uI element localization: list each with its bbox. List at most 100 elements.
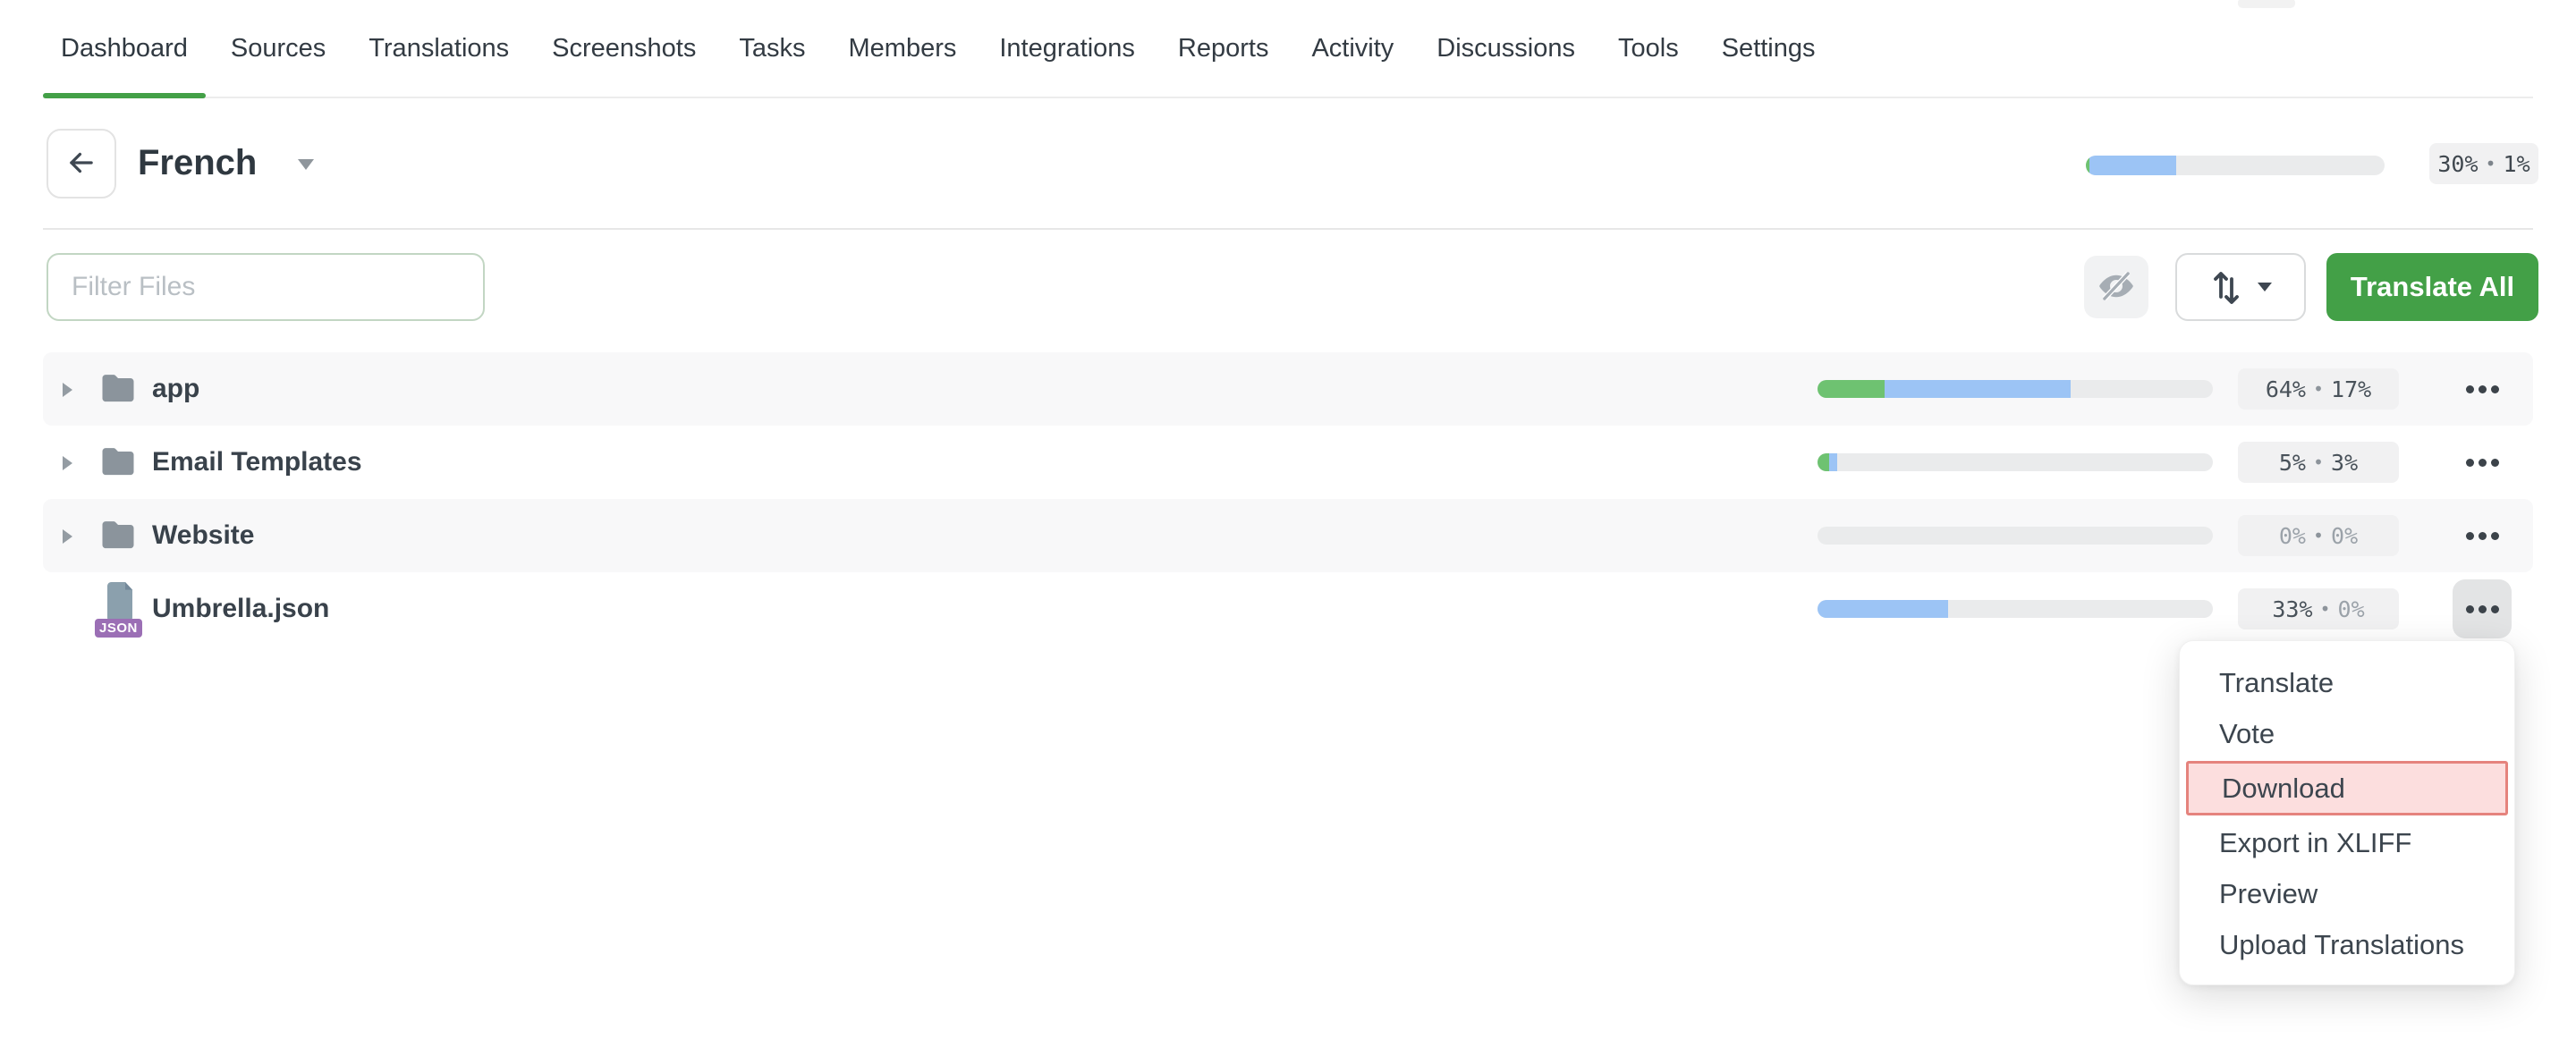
row-icon	[100, 372, 136, 407]
approved-percent: 0%	[2338, 596, 2365, 622]
tab-screenshots[interactable]: Screenshots	[534, 0, 714, 97]
file-name: app	[152, 374, 199, 404]
page-title: French	[138, 139, 257, 186]
row-actions-button[interactable]	[2453, 433, 2512, 492]
tab-label: Translations	[369, 34, 509, 63]
tab-settings[interactable]: Settings	[1704, 0, 1834, 97]
eye-slash-icon	[2097, 267, 2135, 308]
project-nav: Dashboard Sources Translations Screensho…	[43, 0, 2533, 98]
translated-progress-segment	[1829, 453, 1837, 471]
context-menu-item-upload-translations[interactable]: Upload Translations	[2180, 919, 2514, 970]
ellipsis-icon	[2466, 605, 2499, 613]
context-menu-item-export-in-xliff[interactable]: Export in XLIFF	[2180, 817, 2514, 868]
expand-caret-icon[interactable]	[63, 456, 72, 470]
tab-label: Settings	[1722, 34, 1816, 63]
context-menu-item-translate[interactable]: Translate	[2180, 657, 2514, 708]
file-progress-badge: 5% • 3%	[2238, 442, 2399, 483]
tab-label: Sources	[231, 34, 326, 63]
chevron-down-icon	[2258, 283, 2272, 291]
tab-label: Screenshots	[552, 34, 696, 63]
row-icon: JSON	[100, 582, 140, 636]
tab-label: Activity	[1311, 34, 1394, 63]
file-progress-badge: 33% • 0%	[2238, 588, 2399, 629]
translated-progress-segment	[1818, 600, 1948, 618]
badge-separator: •	[2313, 452, 2324, 473]
badge-separator: •	[2313, 378, 2324, 400]
file-name: Email Templates	[152, 447, 362, 477]
badge-separator: •	[2320, 598, 2331, 620]
filter-files-input[interactable]	[47, 253, 485, 321]
file-row-email-templates[interactable]: Email Templates 5% • 3%	[43, 426, 2533, 499]
expand-caret-icon[interactable]	[63, 383, 72, 397]
file-name: Website	[152, 520, 254, 551]
tab-dashboard[interactable]: Dashboard	[43, 0, 206, 97]
folder-icon	[100, 372, 136, 407]
badge-separator: •	[2486, 153, 2496, 174]
file-progress-bar	[1818, 380, 2213, 398]
menu-item-label: Translate	[2219, 667, 2334, 699]
row-icon	[100, 519, 136, 553]
menu-item-label: Upload Translations	[2219, 929, 2464, 961]
translate-all-button[interactable]: Translate All	[2326, 253, 2538, 321]
file-progress-bar	[1818, 527, 2213, 545]
translated-progress-segment	[1885, 380, 2071, 398]
approved-percent: 0%	[2331, 523, 2358, 549]
tab-sources[interactable]: Sources	[213, 0, 343, 97]
tab-activity[interactable]: Activity	[1293, 0, 1411, 97]
hide-completed-button[interactable]	[2084, 256, 2148, 318]
language-progress-badge: 30% • 1%	[2429, 143, 2538, 184]
tab-integrations[interactable]: Integrations	[981, 0, 1153, 97]
row-actions-button[interactable]	[2453, 506, 2512, 565]
tab-members[interactable]: Members	[831, 0, 975, 97]
context-menu-item-vote[interactable]: Vote	[2180, 708, 2514, 759]
file-context-menu: Translate Vote Download Export in XLIFF …	[2179, 640, 2515, 985]
ellipsis-icon	[2466, 385, 2499, 393]
menu-item-label: Vote	[2219, 718, 2275, 750]
menu-item-label: Download	[2222, 773, 2345, 805]
file-row-app[interactable]: app 64% • 17%	[43, 352, 2533, 426]
approved-percent: 3%	[2331, 450, 2358, 476]
menu-item-label: Export in XLIFF	[2219, 827, 2411, 859]
approved-progress-segment	[1818, 453, 1829, 471]
tab-tasks[interactable]: Tasks	[721, 0, 823, 97]
tab-translations[interactable]: Translations	[351, 0, 527, 97]
translated-percent: 30%	[2437, 151, 2478, 177]
approved-percent: 1%	[2504, 151, 2530, 177]
file-progress-bar	[1818, 453, 2213, 471]
project-language-page: Dashboard Sources Translations Screensho…	[0, 0, 2576, 1039]
ellipsis-icon	[2466, 459, 2499, 467]
file-name: Umbrella.json	[152, 594, 329, 624]
menu-item-label: Preview	[2219, 878, 2318, 910]
folder-icon	[100, 445, 136, 480]
file-row-umbrella-json[interactable]: JSON Umbrella.json 33% • 0%	[43, 572, 2533, 646]
tab-label: Discussions	[1436, 34, 1575, 63]
ellipsis-icon	[2466, 532, 2499, 540]
tab-reports[interactable]: Reports	[1160, 0, 1287, 97]
language-dropdown-caret-icon[interactable]	[298, 159, 314, 170]
tab-label: Tasks	[739, 34, 805, 63]
file-progress-badge: 0% • 0%	[2238, 515, 2399, 556]
translated-percent: 33%	[2272, 596, 2312, 622]
file-progress-badge: 64% • 17%	[2238, 368, 2399, 410]
context-menu-item-download[interactable]: Download	[2186, 761, 2508, 815]
file-row-website[interactable]: Website 0% • 0%	[43, 499, 2533, 572]
translated-percent: 64%	[2266, 376, 2306, 402]
header-divider	[43, 228, 2533, 230]
back-arrow-icon	[64, 146, 98, 182]
row-actions-button[interactable]	[2453, 359, 2512, 418]
badge-separator: •	[2313, 525, 2324, 546]
translated-percent: 5%	[2279, 450, 2306, 476]
language-progress-bar	[2086, 156, 2385, 175]
sort-button[interactable]	[2175, 253, 2306, 321]
tab-discussions[interactable]: Discussions	[1419, 0, 1593, 97]
tab-label: Dashboard	[61, 34, 188, 63]
expand-caret-icon[interactable]	[63, 529, 72, 544]
row-actions-button[interactable]	[2453, 579, 2512, 638]
json-file-icon: JSON	[100, 582, 140, 636]
context-menu-item-preview[interactable]: Preview	[2180, 868, 2514, 919]
back-button[interactable]	[47, 129, 116, 199]
tab-tools[interactable]: Tools	[1600, 0, 1697, 97]
file-list: app 64% • 17% Email Templates	[43, 352, 2533, 646]
tab-label: Integrations	[999, 34, 1135, 63]
folder-icon	[100, 519, 136, 553]
